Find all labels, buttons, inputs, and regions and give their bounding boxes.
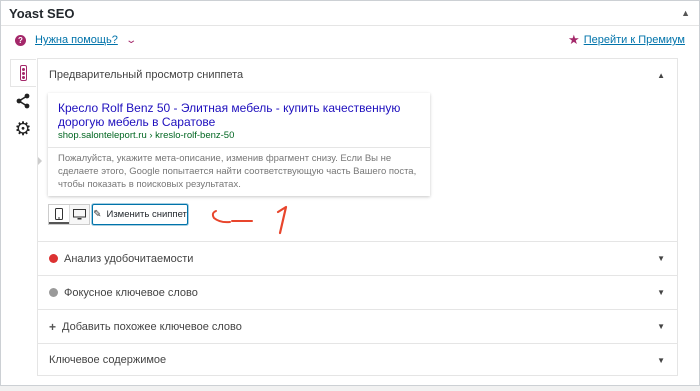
accordion-label: Анализ удобочитаемости: [64, 252, 194, 265]
accordion-readability[interactable]: Анализ удобочитаемости ▼: [38, 241, 677, 275]
accordion-cornerstone[interactable]: Ключевое содержимое ▼: [38, 343, 677, 376]
help-link[interactable]: Нужна помощь?: [35, 34, 118, 46]
divider: [48, 147, 430, 148]
tab-readability[interactable]: [10, 59, 36, 87]
mobile-preview-button[interactable]: [49, 205, 69, 224]
triangle-down-icon: ▼: [657, 288, 665, 297]
star-icon: ★: [568, 32, 580, 47]
triangle-down-icon: ▼: [657, 355, 665, 365]
edit-snippet-button[interactable]: ✎ Изменить сниппет: [92, 204, 188, 225]
help-row: ? Нужна помощь? ⌄ ★ Перейти к Премиум: [15, 32, 685, 48]
accordion-label: Ключевое содержимое: [49, 354, 167, 366]
caret-right-icon: [38, 157, 42, 165]
accordion-focus-keyword[interactable]: Фокусное ключевое слово ▼: [38, 275, 677, 309]
metabox-title: Yoast SEO: [9, 5, 75, 21]
sad-face-icon: [49, 254, 58, 263]
yoast-metabox: Yoast SEO ▲ ? Нужна помощь? ⌄ ★ Перейти …: [0, 0, 700, 386]
accordion-related-keyword[interactable]: + Добавить похожее ключевое слово ▼: [38, 309, 677, 343]
metabox-header[interactable]: Yoast SEO ▲: [1, 1, 699, 26]
grey-dot-icon: [49, 288, 58, 297]
mobile-icon: [55, 207, 63, 220]
metabox-tabs: ⚙: [10, 59, 36, 143]
snippet-section-header[interactable]: Предварительный просмотр сниппета ▲: [38, 59, 677, 91]
serp-preview: Кресло Rolf Benz 50 - Элитная мебель - к…: [48, 93, 430, 196]
serp-description[interactable]: Пожалуйста, укажите мета-описание, измен…: [58, 152, 418, 191]
preview-mode-toggle: [48, 204, 90, 225]
serp-title[interactable]: Кресло Rolf Benz 50 - Элитная мебель - к…: [58, 101, 408, 129]
collapse-toggle-icon[interactable]: ▲: [681, 8, 690, 18]
edit-snippet-label: Изменить сниппет: [106, 209, 187, 220]
seo-panel: Предварительный просмотр сниппета ▲ Крес…: [37, 58, 678, 376]
accordion-label: Добавить похожее ключевое слово: [62, 320, 242, 333]
premium-link[interactable]: Перейти к Премиум: [584, 34, 685, 46]
share-icon: [16, 93, 30, 109]
chevron-down-icon[interactable]: ⌄: [125, 35, 137, 46]
pencil-icon: ✎: [93, 209, 102, 220]
handwritten-annotation: 1: [211, 205, 288, 235]
question-icon: ?: [15, 34, 26, 46]
serp-url[interactable]: shop.salonteleport.ru › kreslo-rolf-benz…: [58, 130, 234, 141]
triangle-up-icon: ▲: [657, 70, 665, 80]
snippet-section-heading: Предварительный просмотр сниппета: [49, 69, 244, 81]
desktop-preview-button[interactable]: [69, 205, 89, 224]
triangle-down-icon: ▼: [657, 254, 665, 263]
desktop-icon: [73, 209, 86, 220]
plus-icon: +: [49, 319, 57, 334]
tab-social[interactable]: [10, 87, 36, 115]
gear-icon: ⚙: [14, 118, 32, 140]
accordion-label: Фокусное ключевое слово: [64, 286, 198, 299]
readability-traffic-light-icon: [20, 65, 27, 81]
triangle-down-icon: ▼: [657, 322, 665, 331]
tab-advanced[interactable]: ⚙: [10, 115, 36, 143]
